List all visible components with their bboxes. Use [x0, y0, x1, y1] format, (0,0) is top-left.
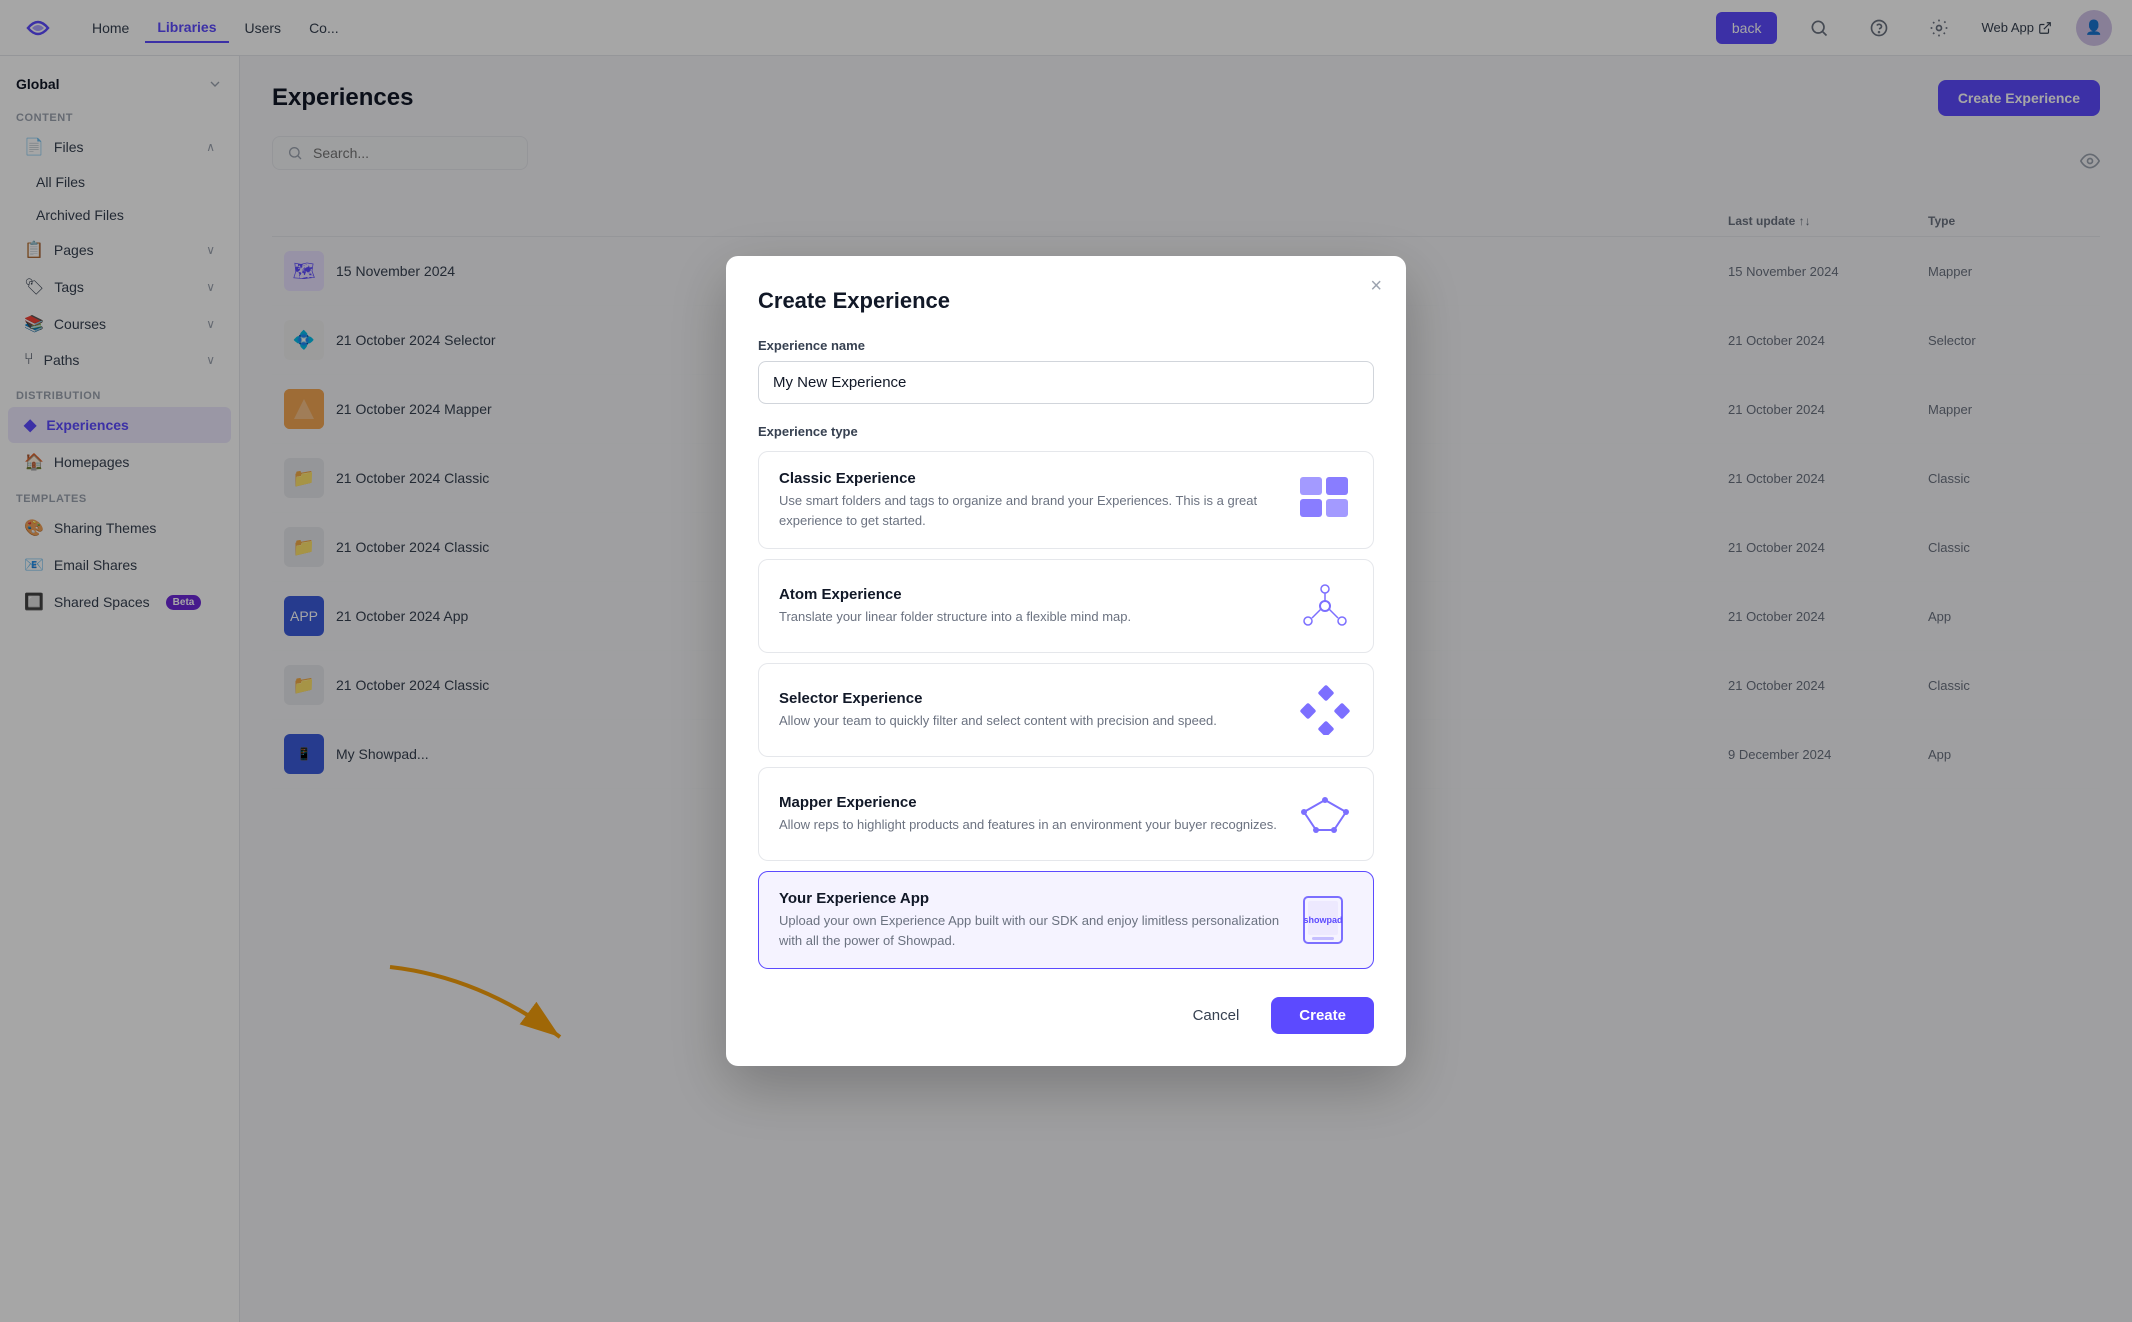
exp-type-app[interactable]: Your Experience App Upload your own Expe… [758, 871, 1374, 969]
modal-title: Create Experience [758, 288, 1374, 314]
exp-type-mapper-info: Mapper Experience Allow reps to highligh… [779, 794, 1281, 835]
experience-type-list: Classic Experience Use smart folders and… [758, 451, 1374, 969]
svg-text:showpad: showpad [1303, 915, 1342, 925]
exp-type-selector-info: Selector Experience Allow your team to q… [779, 690, 1281, 731]
exp-type-app-info: Your Experience App Upload your own Expe… [779, 890, 1281, 950]
exp-type-atom-desc: Translate your linear folder structure i… [779, 607, 1281, 627]
cancel-button[interactable]: Cancel [1173, 997, 1260, 1034]
modal-footer: Cancel Create [758, 993, 1374, 1034]
exp-type-mapper-name: Mapper Experience [779, 794, 1281, 811]
exp-type-app-desc: Upload your own Experience App built wit… [779, 911, 1281, 950]
exp-type-atom[interactable]: Atom Experience Translate your linear fo… [758, 559, 1374, 653]
modal-overlay[interactable]: × Create Experience Experience name Expe… [0, 0, 2132, 1322]
exp-type-classic-info: Classic Experience Use smart folders and… [779, 470, 1281, 530]
exp-type-selector[interactable]: Selector Experience Allow your team to q… [758, 663, 1374, 757]
classic-icon [1297, 472, 1353, 528]
exp-type-app-name: Your Experience App [779, 890, 1281, 907]
modal-create-button[interactable]: Create [1271, 997, 1374, 1034]
exp-type-selector-desc: Allow your team to quickly filter and se… [779, 711, 1281, 731]
modal-close-button[interactable]: × [1370, 276, 1382, 296]
exp-type-classic[interactable]: Classic Experience Use smart folders and… [758, 451, 1374, 549]
experience-name-label: Experience name [758, 338, 1374, 353]
exp-type-classic-name: Classic Experience [779, 470, 1281, 487]
exp-type-atom-name: Atom Experience [779, 586, 1281, 603]
create-experience-modal: × Create Experience Experience name Expe… [726, 256, 1406, 1066]
exp-type-atom-info: Atom Experience Translate your linear fo… [779, 586, 1281, 627]
atom-icon [1297, 578, 1353, 634]
mapper-icon [1297, 786, 1353, 842]
exp-type-classic-desc: Use smart folders and tags to organize a… [779, 491, 1281, 530]
exp-type-selector-name: Selector Experience [779, 690, 1281, 707]
selector-icon [1297, 682, 1353, 738]
experience-type-label: Experience type [758, 424, 1374, 439]
exp-type-mapper[interactable]: Mapper Experience Allow reps to highligh… [758, 767, 1374, 861]
app-icon: showpad [1297, 892, 1353, 948]
experience-name-input[interactable] [758, 361, 1374, 404]
exp-type-mapper-desc: Allow reps to highlight products and fea… [779, 815, 1281, 835]
